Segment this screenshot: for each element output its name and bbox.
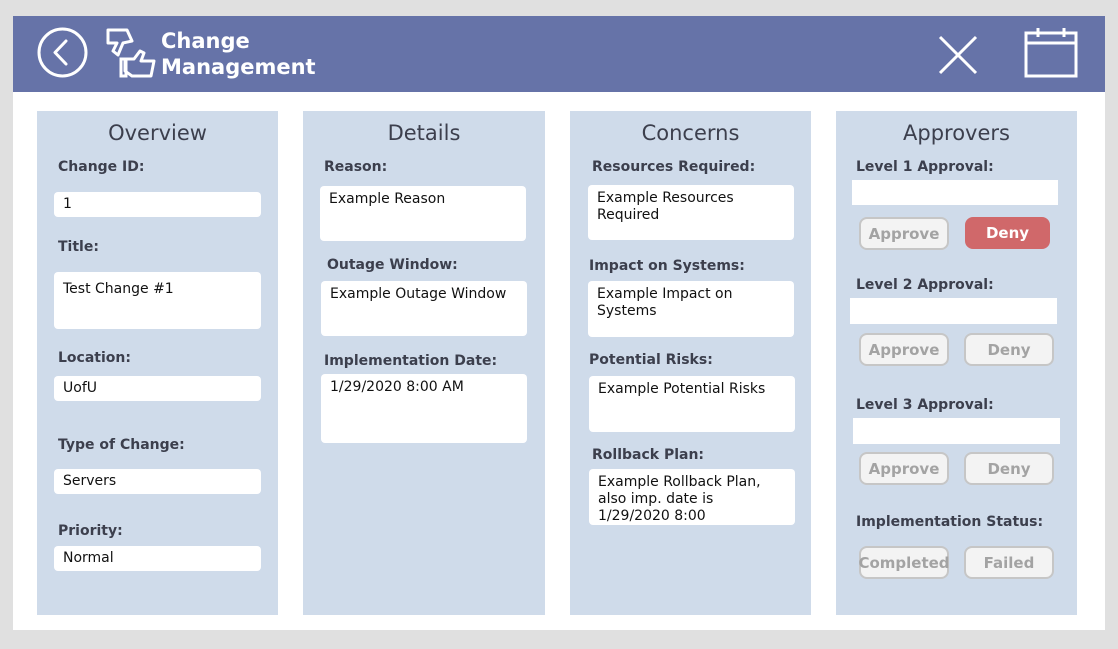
- back-icon[interactable]: [37, 27, 88, 78]
- type-of-change-field[interactable]: Servers: [54, 469, 261, 494]
- level3-approval-label: Level 3 Approval:: [856, 397, 994, 413]
- implementation-status-label: Implementation Status:: [856, 514, 1044, 530]
- overview-title: Overview: [108, 121, 207, 145]
- overview-panel: Overview Change ID: 1 Title: Test Change…: [37, 111, 278, 615]
- approvers-panel: Approvers Level 1 Approval: Approve Deny…: [836, 111, 1077, 615]
- level2-approve-button[interactable]: Approve: [859, 333, 949, 366]
- potential-risks-field[interactable]: Example Potential Risks: [589, 376, 795, 432]
- thumbs-up-down-icon: [106, 28, 156, 78]
- calendar-icon[interactable]: [1024, 27, 1078, 78]
- impact-on-systems-field[interactable]: Example Impact on Systems: [588, 281, 794, 337]
- app-title: Change Management: [161, 28, 381, 80]
- level1-approve-button[interactable]: Approve: [859, 217, 949, 250]
- priority-label: Priority:: [58, 523, 123, 539]
- potential-risks-label: Potential Risks:: [589, 352, 713, 368]
- level1-deny-button[interactable]: Deny: [965, 217, 1050, 249]
- implementation-date-label: Implementation Date:: [324, 353, 498, 369]
- priority-field[interactable]: Normal: [54, 546, 261, 571]
- details-panel: Details Reason: Example Reason Outage Wi…: [303, 111, 545, 615]
- change-id-label: Change ID:: [58, 159, 145, 175]
- level3-approve-button[interactable]: Approve: [859, 452, 949, 485]
- level1-approval-label: Level 1 Approval:: [856, 159, 994, 175]
- change-id-field[interactable]: 1: [54, 192, 261, 217]
- app-title-line2: Management: [161, 55, 316, 79]
- outage-window-field[interactable]: Example Outage Window: [321, 281, 527, 336]
- rollback-plan-field[interactable]: Example Rollback Plan, also imp. date is…: [589, 469, 795, 525]
- level3-deny-button[interactable]: Deny: [964, 452, 1054, 485]
- location-label: Location:: [58, 350, 131, 366]
- level2-approval-field[interactable]: [850, 298, 1057, 324]
- concerns-panel: Concerns Resources Required: Example Res…: [570, 111, 811, 615]
- title-label: Title:: [58, 239, 99, 255]
- concerns-title: Concerns: [641, 121, 740, 145]
- reason-field[interactable]: Example Reason: [320, 186, 526, 241]
- app-title-line1: Change: [161, 29, 250, 53]
- level1-approval-field[interactable]: [852, 180, 1058, 205]
- details-title: Details: [387, 121, 461, 145]
- level3-approval-field[interactable]: [853, 418, 1060, 444]
- close-icon[interactable]: [937, 34, 979, 76]
- impact-on-systems-label: Impact on Systems:: [589, 258, 745, 274]
- approvers-title: Approvers: [903, 121, 1010, 145]
- resources-required-field[interactable]: Example Resources Required: [588, 185, 794, 240]
- level2-approval-label: Level 2 Approval:: [856, 277, 994, 293]
- level2-deny-button[interactable]: Deny: [964, 333, 1054, 366]
- app-screen: Change Management Overview Change ID: 1 …: [13, 16, 1105, 630]
- resources-required-label: Resources Required:: [592, 159, 756, 175]
- failed-button[interactable]: Failed: [964, 546, 1054, 579]
- implementation-date-field[interactable]: 1/29/2020 8:00 AM: [321, 374, 527, 443]
- location-field[interactable]: UofU: [54, 376, 261, 401]
- rollback-plan-label: Rollback Plan:: [592, 447, 705, 463]
- completed-button[interactable]: Completed: [858, 546, 950, 579]
- type-of-change-label: Type of Change:: [58, 437, 185, 453]
- outage-window-label: Outage Window:: [327, 257, 458, 273]
- header-bar: Change Management: [13, 16, 1105, 92]
- reason-label: Reason:: [324, 159, 388, 175]
- title-field[interactable]: Test Change #1: [54, 272, 261, 329]
